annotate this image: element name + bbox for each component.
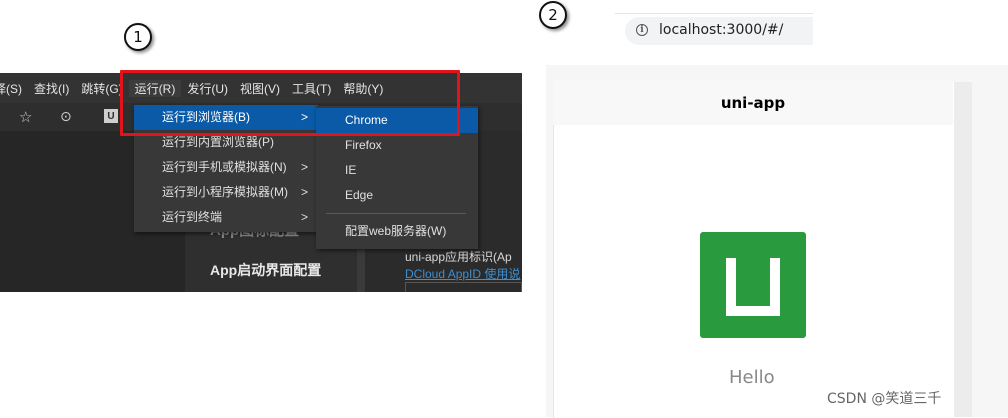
submenu-divider bbox=[326, 213, 466, 214]
chevron-right-icon: > bbox=[300, 210, 308, 224]
uniapp-logo-glyph bbox=[726, 258, 780, 316]
star-icon[interactable]: ☆ bbox=[19, 108, 32, 126]
appid-input[interactable] bbox=[405, 282, 522, 292]
chevron-right-icon: > bbox=[300, 185, 308, 199]
hello-text: Hello bbox=[729, 367, 775, 388]
run-to-terminal-label: 运行到终端 bbox=[162, 210, 223, 224]
configure-web-server-item[interactable]: 配置web服务器(W) bbox=[316, 219, 478, 244]
step-2-callout: 2 bbox=[539, 1, 567, 29]
run-to-device-label: 运行到手机或模拟器(N) bbox=[162, 160, 287, 174]
run-to-terminal-item[interactable]: 运行到终端 > bbox=[134, 205, 318, 230]
url-text[interactable]: localhost:3000/#/ bbox=[659, 22, 783, 38]
browser-ie-item[interactable]: IE bbox=[316, 158, 478, 183]
step-2-number: 2 bbox=[548, 6, 558, 24]
browser-toolbar-edge bbox=[615, 13, 813, 14]
step-1-number: 1 bbox=[133, 28, 143, 46]
device-frame-shadow bbox=[954, 82, 972, 417]
browser-edge-item[interactable]: Edge bbox=[316, 183, 478, 208]
uniapp-badge-icon[interactable]: U bbox=[104, 109, 118, 123]
step-1-callout: 1 bbox=[124, 23, 152, 51]
appid-help-link[interactable]: DCloud AppID 使用说 bbox=[405, 265, 520, 282]
run-to-device-item[interactable]: 运行到手机或模拟器(N) > bbox=[134, 155, 318, 180]
csdn-watermark: CSDN @笑道三千 bbox=[827, 391, 942, 407]
page-title: uni-app bbox=[720, 93, 786, 112]
site-info-icon[interactable]: i bbox=[636, 24, 648, 36]
page-navigation-bar: uni-app bbox=[553, 80, 953, 125]
run-to-builtin-browser-label: 运行到内置浏览器(P) bbox=[162, 135, 274, 149]
app-splash-config-heading[interactable]: App启动界面配置 bbox=[210, 260, 321, 280]
appid-label: uni-app应用标识(Ap bbox=[405, 250, 512, 264]
run-to-miniprogram-label: 运行到小程序模拟器(M) bbox=[162, 185, 288, 199]
highlight-annotation-box bbox=[120, 70, 460, 136]
chevron-right-icon: > bbox=[300, 160, 308, 174]
menu-find[interactable]: 查找(I) bbox=[28, 80, 75, 97]
uniapp-logo-icon bbox=[700, 232, 806, 338]
run-to-miniprogram-item[interactable]: 运行到小程序模拟器(M) > bbox=[134, 180, 318, 205]
browser-firefox-item[interactable]: Firefox bbox=[316, 133, 478, 158]
run-circle-icon[interactable]: ⊙ bbox=[60, 108, 72, 125]
menu-select[interactable]: 择(S) bbox=[0, 80, 28, 97]
